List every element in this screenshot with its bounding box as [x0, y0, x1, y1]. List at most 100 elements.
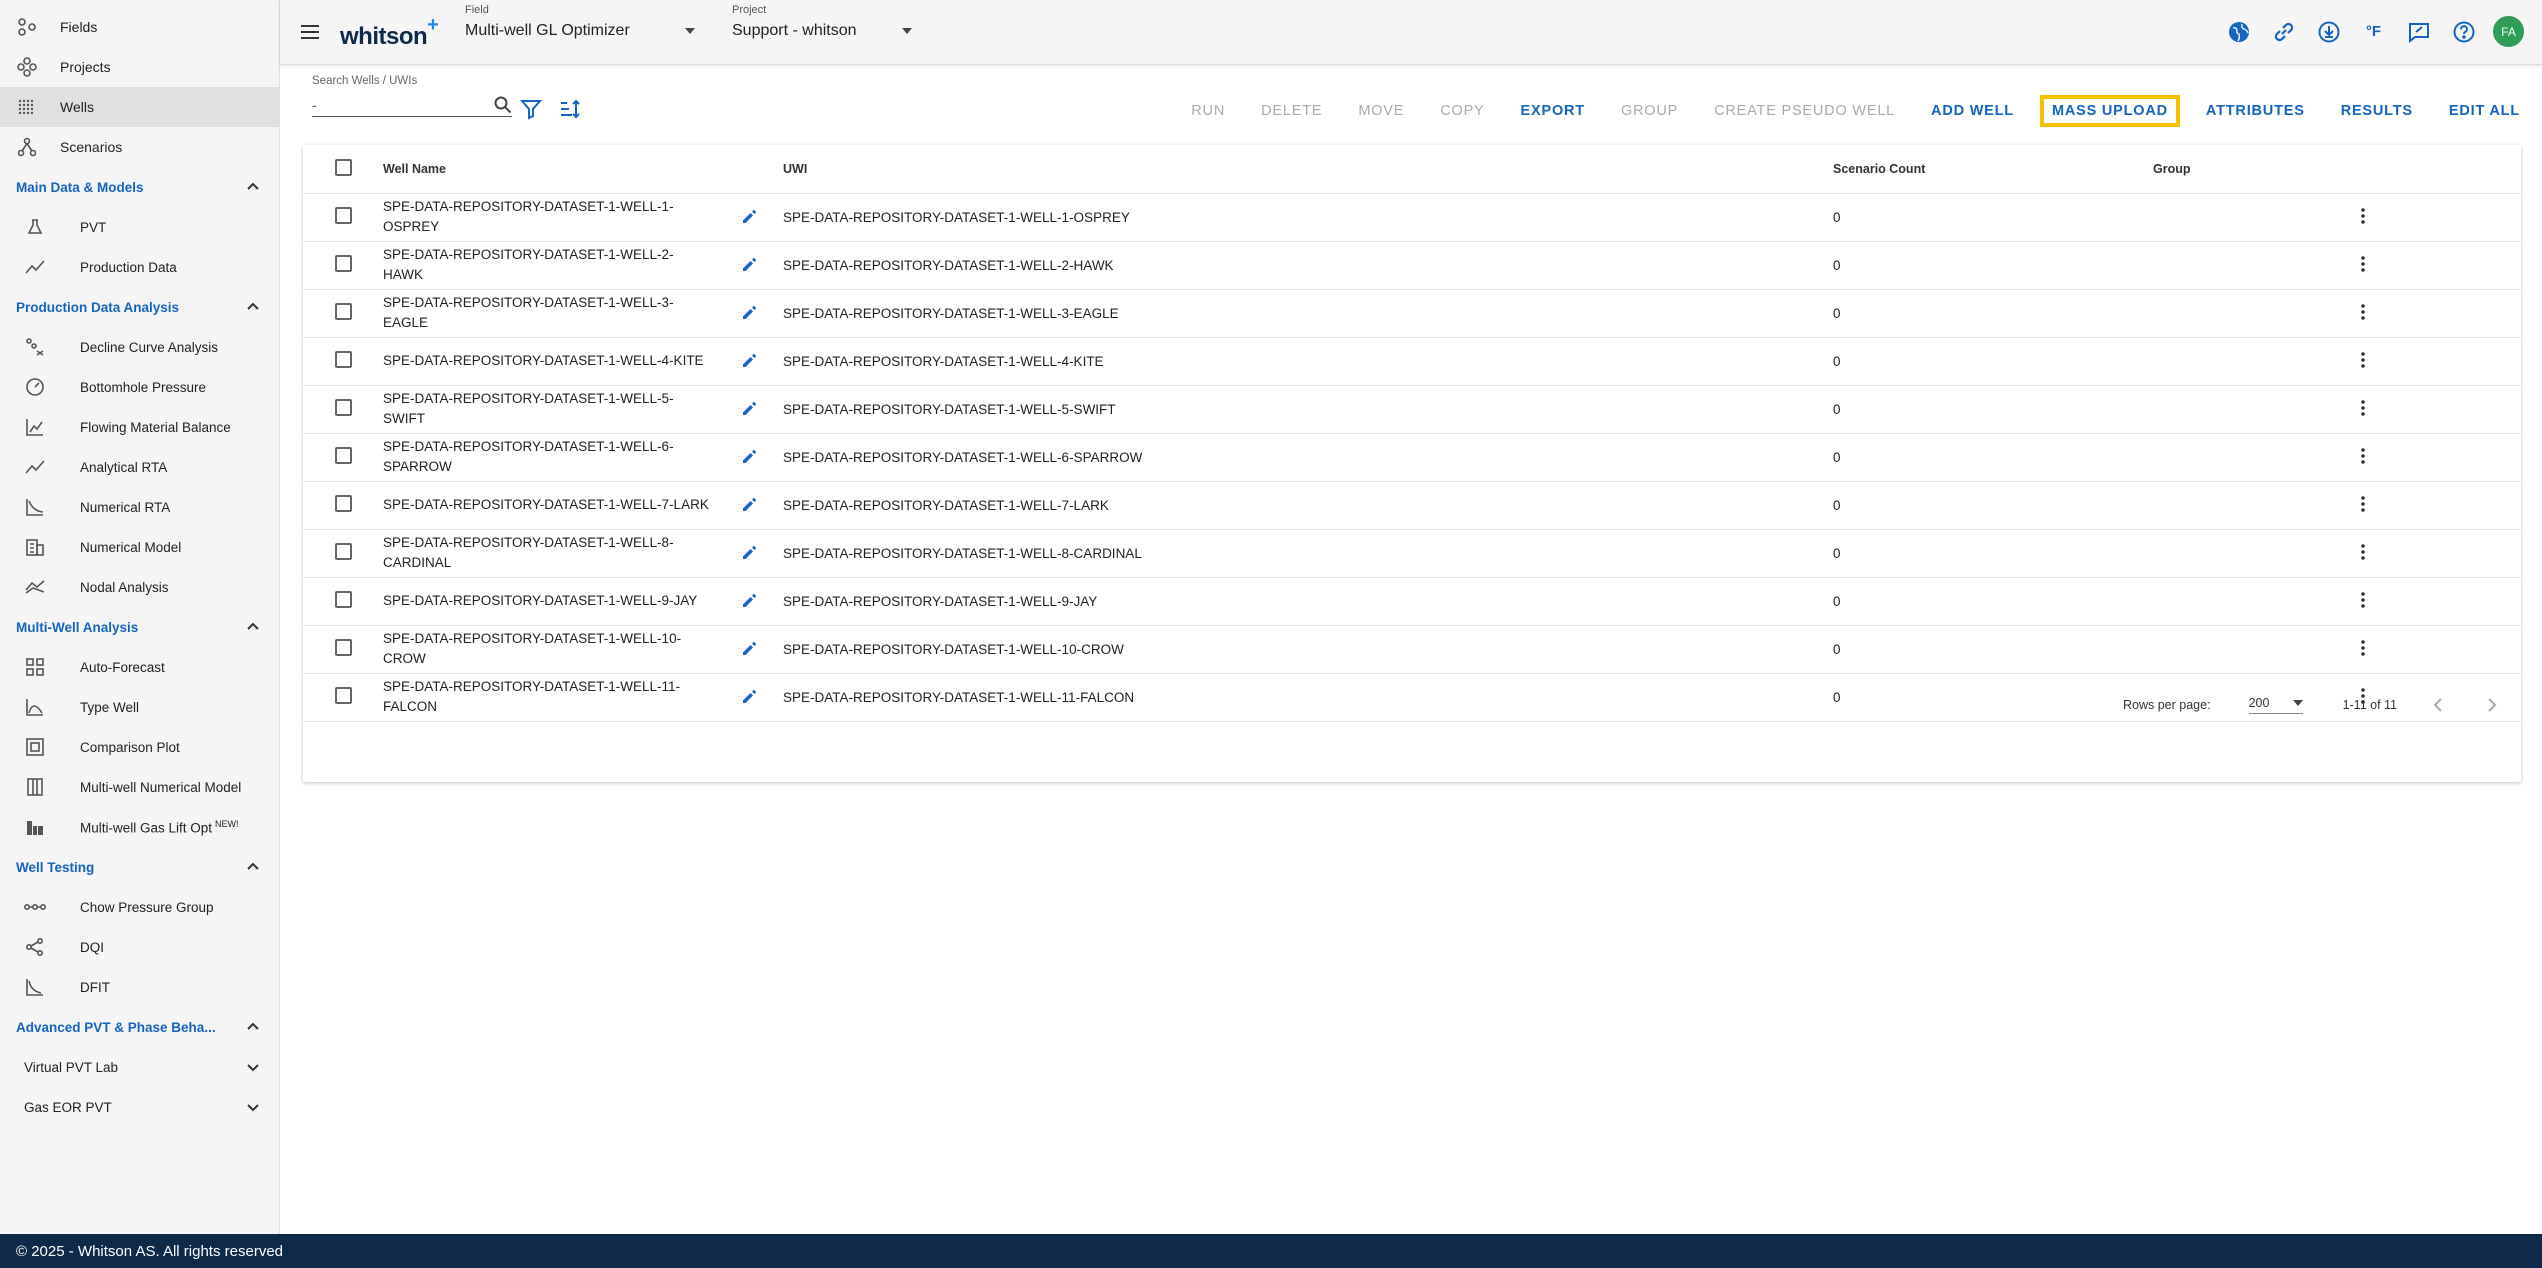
menu-icon[interactable] [298, 20, 322, 44]
sidebar-item-wells[interactable]: Wells [0, 87, 279, 127]
header-well-name[interactable]: Well Name [383, 145, 783, 194]
avatar[interactable]: FA [2493, 16, 2524, 47]
sidebar-item-numerical-model[interactable]: Numerical Model [0, 527, 279, 567]
table-row[interactable]: SPE-DATA-REPOSITORY-DATASET-1-WELL-5-SWI… [303, 385, 2521, 434]
edit-pencil-icon[interactable] [741, 305, 757, 321]
more-vert-icon[interactable] [2353, 638, 2373, 658]
sidebar-item-auto-forecast[interactable]: Auto-Forecast [0, 647, 279, 687]
sidebar-item-mw-numerical-model[interactable]: Multi-well Numerical Model [0, 767, 279, 807]
sidebar-item-projects[interactable]: Projects [0, 47, 279, 87]
table-row[interactable]: SPE-DATA-REPOSITORY-DATASET-1-WELL-4-KIT… [303, 337, 2521, 386]
row-checkbox[interactable] [335, 351, 352, 368]
row-checkbox[interactable] [335, 495, 352, 512]
sidebar-item-analytical-rta[interactable]: Analytical RTA [0, 447, 279, 487]
attributes-button[interactable]: ATTRIBUTES [2196, 97, 2315, 125]
more-vert-icon[interactable] [2353, 590, 2373, 610]
sidebar-item-nodal-analysis[interactable]: Nodal Analysis [0, 567, 279, 607]
header-uwi[interactable]: UWI [783, 145, 1833, 194]
well-name-cell[interactable]: SPE-DATA-REPOSITORY-DATASET-1-WELL-6-SPA… [383, 437, 713, 477]
sidebar-item-gas-eor-pvt[interactable]: Gas EOR PVT [0, 1087, 279, 1127]
table-row[interactable]: SPE-DATA-REPOSITORY-DATASET-1-WELL-3-EAG… [303, 289, 2521, 338]
edit-pencil-icon[interactable] [741, 401, 757, 417]
results-button[interactable]: RESULTS [2331, 97, 2423, 125]
sidebar-item-fields[interactable]: Fields [0, 7, 279, 47]
select-all-checkbox[interactable] [335, 158, 352, 176]
sidebar-item-fmb[interactable]: Flowing Material Balance [0, 407, 279, 447]
sidebar-item-type-well[interactable]: Type Well [0, 687, 279, 727]
help-icon[interactable] [2448, 16, 2479, 47]
table-row[interactable]: SPE-DATA-REPOSITORY-DATASET-1-WELL-6-SPA… [303, 433, 2521, 482]
mass-upload-button[interactable]: MASS UPLOAD [2039, 95, 2180, 127]
add-well-button[interactable]: ADD WELL [1921, 97, 2024, 125]
row-checkbox[interactable] [335, 399, 352, 416]
field-selector[interactable]: Field Multi-well GL Optimizer [465, 4, 695, 40]
edit-pencil-icon[interactable] [741, 449, 757, 465]
row-checkbox[interactable] [335, 255, 352, 272]
well-name-cell[interactable]: SPE-DATA-REPOSITORY-DATASET-1-WELL-9-JAY [383, 591, 697, 611]
app-logo[interactable]: whitson+ [340, 14, 439, 51]
more-vert-icon[interactable] [2353, 494, 2373, 514]
sidebar-item-dqi[interactable]: DQI [0, 927, 279, 967]
sidebar-item-numerical-rta[interactable]: Numerical RTA [0, 487, 279, 527]
temperature-unit-icon[interactable]: °F [2358, 16, 2389, 47]
sidebar-item-pvt[interactable]: PVT [0, 207, 279, 247]
more-vert-icon[interactable] [2353, 398, 2373, 418]
row-checkbox[interactable] [335, 447, 352, 464]
row-checkbox[interactable] [335, 543, 352, 560]
next-page-icon[interactable] [2481, 695, 2501, 715]
more-vert-icon[interactable] [2353, 542, 2373, 562]
edit-pencil-icon[interactable] [741, 353, 757, 369]
well-name-cell[interactable]: SPE-DATA-REPOSITORY-DATASET-1-WELL-10-CR… [383, 629, 713, 669]
well-name-cell[interactable]: SPE-DATA-REPOSITORY-DATASET-1-WELL-3-EAG… [383, 293, 713, 333]
prev-page-icon[interactable] [2429, 695, 2449, 715]
row-checkbox[interactable] [335, 303, 352, 320]
group-button[interactable]: GROUP [1611, 97, 1688, 125]
project-selector[interactable]: Project Support - whitson [732, 4, 912, 40]
table-row[interactable]: SPE-DATA-REPOSITORY-DATASET-1-WELL-2-HAW… [303, 241, 2521, 290]
sidebar-item-dfit[interactable]: DFIT [0, 967, 279, 1007]
feedback-icon[interactable] [2403, 16, 2434, 47]
section-production-data-analysis[interactable]: Production Data Analysis [0, 287, 279, 327]
edit-pencil-icon[interactable] [741, 497, 757, 513]
table-row[interactable]: SPE-DATA-REPOSITORY-DATASET-1-WELL-1-OSP… [303, 193, 2521, 242]
sidebar-item-mw-gas-lift-opt[interactable]: Multi-well Gas Lift Opt NEW! [0, 807, 279, 847]
section-well-testing[interactable]: Well Testing [0, 847, 279, 887]
header-group[interactable]: Group [2153, 145, 2353, 194]
sidebar-item-bhp[interactable]: Bottomhole Pressure [0, 367, 279, 407]
move-button[interactable]: MOVE [1348, 97, 1414, 125]
edit-pencil-icon[interactable] [741, 641, 757, 657]
download-icon[interactable] [2313, 16, 2344, 47]
sidebar-item-chow-pressure-group[interactable]: Chow Pressure Group [0, 887, 279, 927]
row-checkbox[interactable] [335, 639, 352, 656]
more-vert-icon[interactable] [2353, 254, 2373, 274]
edit-pencil-icon[interactable] [741, 209, 757, 225]
more-vert-icon[interactable] [2353, 302, 2373, 322]
table-row[interactable]: SPE-DATA-REPOSITORY-DATASET-1-WELL-10-CR… [303, 625, 2521, 674]
header-scenario-count[interactable]: Scenario Count [1833, 145, 2153, 194]
more-vert-icon[interactable] [2353, 350, 2373, 370]
run-button[interactable]: RUN [1181, 97, 1235, 125]
more-vert-icon[interactable] [2353, 446, 2373, 466]
table-row[interactable]: SPE-DATA-REPOSITORY-DATASET-1-WELL-7-LAR… [303, 481, 2521, 530]
edit-all-button[interactable]: EDIT ALL [2439, 97, 2530, 125]
well-name-cell[interactable]: SPE-DATA-REPOSITORY-DATASET-1-WELL-7-LAR… [383, 495, 709, 515]
search-icon[interactable] [494, 96, 512, 114]
well-name-cell[interactable]: SPE-DATA-REPOSITORY-DATASET-1-WELL-2-HAW… [383, 245, 713, 285]
table-row[interactable]: SPE-DATA-REPOSITORY-DATASET-1-WELL-8-CAR… [303, 529, 2521, 578]
delete-button[interactable]: DELETE [1251, 97, 1332, 125]
edit-pencil-icon[interactable] [741, 545, 757, 561]
rows-per-page-select[interactable]: 200 [2248, 696, 2303, 714]
copy-button[interactable]: COPY [1430, 97, 1494, 125]
edit-pencil-icon[interactable] [741, 257, 757, 273]
export-button[interactable]: EXPORT [1511, 97, 1595, 125]
section-main-data[interactable]: Main Data & Models [0, 167, 279, 207]
more-vert-icon[interactable] [2353, 206, 2373, 226]
row-checkbox[interactable] [335, 591, 352, 608]
sort-icon[interactable] [558, 97, 582, 121]
edit-pencil-icon[interactable] [741, 593, 757, 609]
well-name-cell[interactable]: SPE-DATA-REPOSITORY-DATASET-1-WELL-4-KIT… [383, 351, 704, 371]
sidebar-item-scenarios[interactable]: Scenarios [0, 127, 279, 167]
link-icon[interactable] [2268, 16, 2299, 47]
well-name-cell[interactable]: SPE-DATA-REPOSITORY-DATASET-1-WELL-5-SWI… [383, 389, 713, 429]
section-multi-well-analysis[interactable]: Multi-Well Analysis [0, 607, 279, 647]
